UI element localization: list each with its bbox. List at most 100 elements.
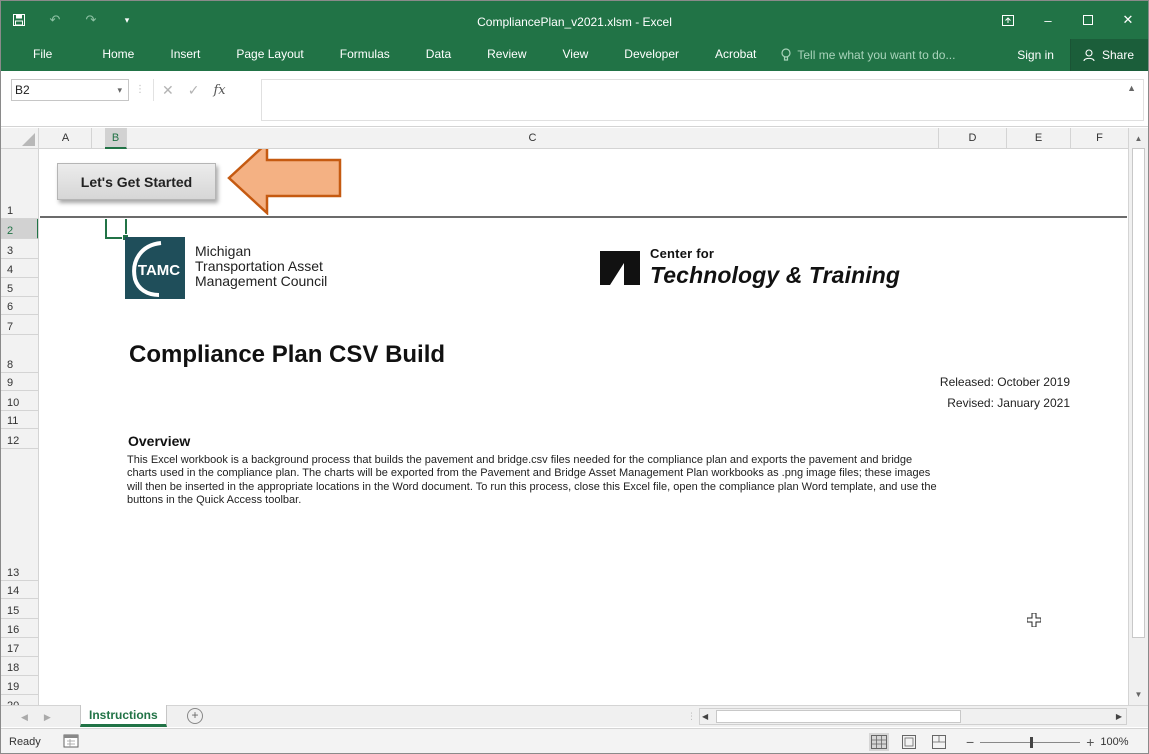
page-break-preview-icon[interactable]	[929, 733, 949, 751]
overview-body: This Excel workbook is a background proc…	[127, 454, 937, 507]
share-label: Share	[1101, 48, 1134, 62]
column-header-b[interactable]: B	[105, 128, 127, 149]
tab-formulas[interactable]: Formulas	[322, 39, 408, 71]
tamc-line-1: Michigan	[195, 243, 252, 259]
confirm-entry-icon[interactable]: ✓	[188, 82, 200, 99]
redo-icon[interactable]: ↷	[73, 1, 109, 39]
row-header-17[interactable]: 17	[1, 638, 38, 657]
column-header-a[interactable]: A	[40, 128, 92, 149]
scroll-up-icon[interactable]: ▲	[1129, 130, 1148, 147]
tamc-line-2: Transportation Asset	[195, 258, 323, 274]
row-header-9[interactable]: 9	[1, 373, 38, 391]
name-box-value: B2	[15, 83, 30, 97]
ribbon-display-options-icon[interactable]	[988, 1, 1028, 39]
row-header-8[interactable]: 8	[1, 335, 38, 373]
tab-split-grip[interactable]: ⋮	[687, 711, 696, 722]
cancel-entry-icon[interactable]: ✕	[162, 82, 174, 99]
tab-page-layout[interactable]: Page Layout	[218, 39, 321, 71]
column-headers: A B C D E F	[1, 128, 1148, 149]
row-header-18[interactable]: 18	[1, 657, 38, 676]
revised-date: Revised: January 2021	[947, 396, 1070, 410]
select-all-corner[interactable]	[1, 128, 39, 149]
name-box[interactable]: B2 ▾	[11, 79, 129, 101]
row-header-12[interactable]: 12	[1, 429, 38, 449]
row-header-16[interactable]: 16	[1, 619, 38, 638]
zoom-out-icon[interactable]: −	[966, 734, 974, 750]
macro-recording-icon[interactable]	[63, 733, 79, 749]
row-header-11[interactable]: 11	[1, 411, 38, 429]
row-header-10[interactable]: 10	[1, 391, 38, 411]
worksheet-grid[interactable]: Let's Get Started TAMC Michigan Transpor…	[40, 149, 1127, 705]
scroll-down-icon[interactable]: ▼	[1129, 686, 1148, 703]
scroll-right-icon[interactable]: ▶	[1116, 709, 1122, 724]
save-icon[interactable]	[1, 1, 37, 39]
tab-review[interactable]: Review	[469, 39, 544, 71]
window-title: CompliancePlan_v2021.xlsm - Excel	[477, 15, 672, 29]
row-header-15[interactable]: 15	[1, 599, 38, 619]
person-icon	[1083, 48, 1095, 61]
row-header-2[interactable]: 2	[1, 219, 38, 239]
row-header-5[interactable]: 5	[1, 278, 38, 297]
vertical-scrollbar[interactable]: ▲ ▼	[1128, 128, 1148, 705]
row-header-6[interactable]: 6	[1, 297, 38, 315]
add-sheet-icon[interactable]: +	[187, 708, 203, 724]
row-header-20[interactable]: 20	[1, 695, 38, 705]
tab-acrobat[interactable]: Acrobat	[697, 39, 774, 71]
scroll-left-icon[interactable]: ◀	[702, 709, 708, 724]
row-headers: 1 2 3 4 5 6 7 8 9 10 11 12 13 14 15 16 1…	[1, 149, 39, 705]
window-controls: – ✕	[988, 1, 1148, 39]
row-header-3[interactable]: 3	[1, 239, 38, 259]
zoom-slider-knob[interactable]	[1030, 736, 1034, 748]
status-mode: Ready	[9, 736, 41, 748]
column-header-d[interactable]: D	[939, 128, 1007, 149]
zoom-in-icon[interactable]: +	[1086, 734, 1094, 750]
minimize-icon[interactable]: –	[1028, 1, 1068, 39]
page-layout-view-icon[interactable]	[899, 733, 919, 751]
column-header-c[interactable]: C	[127, 128, 939, 149]
tab-home[interactable]: Home	[84, 39, 152, 71]
share-button[interactable]: Share	[1069, 39, 1148, 71]
insert-function-icon[interactable]: fx	[213, 83, 225, 98]
row-header-13[interactable]: 13	[1, 449, 38, 581]
active-cell-b2[interactable]	[105, 219, 129, 241]
maximize-icon[interactable]	[1068, 1, 1108, 39]
row-header-1[interactable]: 1	[1, 149, 38, 219]
tab-file[interactable]: File	[1, 39, 84, 71]
chevron-up-icon[interactable]: ▲	[1127, 83, 1136, 93]
ctt-center-for: Center for	[650, 246, 715, 261]
sheet-tabs-bar: ◀ ▶ Instructions + ⋮ ◀ ▶	[1, 705, 1148, 727]
tell-me-search[interactable]: Tell me what you want to do...	[774, 48, 955, 62]
zoom-control: − + 100%	[966, 729, 1129, 753]
row-header-19[interactable]: 19	[1, 676, 38, 695]
ribbon-tabs-bar: File Home Insert Page Layout Formulas Da…	[1, 39, 1148, 71]
tamc-line-3: Management Council	[195, 273, 328, 289]
sign-in-link[interactable]: Sign in	[1001, 48, 1070, 62]
chevron-down-icon[interactable]: ▾	[117, 80, 122, 100]
customize-qat-icon[interactable]: ▾	[109, 1, 145, 39]
next-sheet-icon[interactable]: ▶	[44, 712, 51, 723]
lets-get-started-button[interactable]: Let's Get Started	[57, 163, 216, 200]
column-header-e[interactable]: E	[1007, 128, 1071, 149]
title-bar: ↶ ↷ ▾ CompliancePlan_v2021.xlsm - Excel …	[1, 1, 1148, 39]
row-header-14[interactable]: 14	[1, 581, 38, 599]
vertical-scroll-thumb[interactable]	[1132, 148, 1145, 638]
tab-developer[interactable]: Developer	[606, 39, 697, 71]
tab-data[interactable]: Data	[408, 39, 469, 71]
zoom-level[interactable]: 100%	[1100, 736, 1128, 748]
sheet-tab-instructions[interactable]: Instructions	[80, 705, 167, 727]
ctt-logo-icon	[600, 251, 640, 285]
horizontal-scrollbar[interactable]: ◀ ▶	[699, 708, 1127, 725]
quick-access-toolbar: ↶ ↷ ▾	[1, 1, 145, 39]
zoom-slider[interactable]	[980, 736, 1081, 748]
tab-insert[interactable]: Insert	[152, 39, 218, 71]
formula-input[interactable]	[261, 79, 1144, 121]
row-header-7[interactable]: 7	[1, 315, 38, 335]
close-icon[interactable]: ✕	[1108, 1, 1148, 39]
horizontal-scroll-thumb[interactable]	[716, 710, 961, 723]
previous-sheet-icon[interactable]: ◀	[21, 712, 28, 723]
tab-view[interactable]: View	[545, 39, 607, 71]
row-header-4[interactable]: 4	[1, 259, 38, 278]
normal-view-icon[interactable]	[869, 733, 889, 751]
column-header-f[interactable]: F	[1071, 128, 1129, 149]
undo-icon[interactable]: ↶	[37, 1, 73, 39]
